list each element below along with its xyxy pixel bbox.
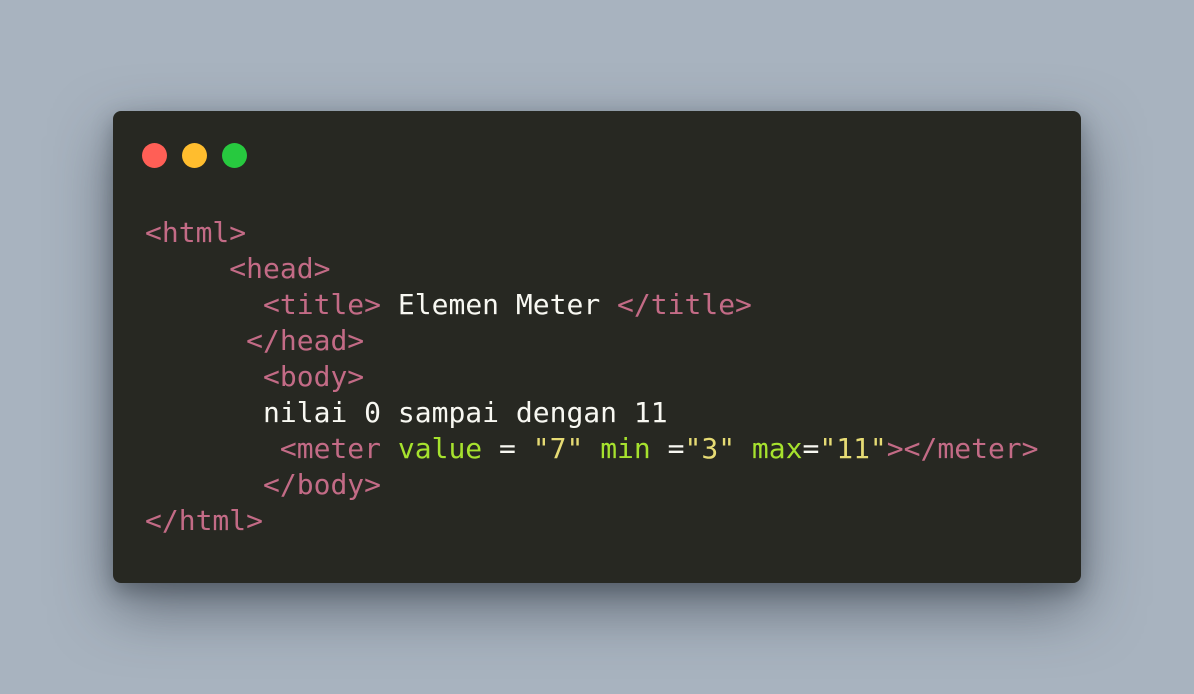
minimize-window-dot[interactable] [182, 143, 207, 168]
head-close-tag: </head> [246, 324, 365, 357]
meter-close-tag: ></meter> [886, 432, 1039, 465]
value-string: "7" [532, 432, 584, 465]
code-line-8: </body> [145, 467, 1039, 503]
html-close-tag: </html> [145, 504, 264, 537]
html-open-tag: <html> [145, 216, 247, 249]
code-block: <html> <head> <title> Elemen Meter </tit… [145, 215, 1039, 539]
max-attribute: max [751, 432, 803, 465]
title-text: Elemen Meter [381, 288, 618, 321]
code-line-2: <head> [145, 251, 1039, 287]
code-line-4: </head> [145, 323, 1039, 359]
max-equals: = [802, 432, 820, 465]
body-close-tag: </body> [263, 468, 382, 501]
close-window-dot[interactable] [142, 143, 167, 168]
max-string: "11" [819, 432, 887, 465]
code-line-9: </html> [145, 503, 1039, 539]
body-text: nilai 0 sampai dengan 11 [263, 396, 668, 429]
title-close-tag: </title> [617, 288, 752, 321]
min-attribute: min [600, 432, 651, 465]
title-open-tag: <title> [263, 288, 382, 321]
code-line-7: <meter value = "7" min ="3" max="11"></m… [145, 431, 1039, 467]
code-window: <html> <head> <title> Elemen Meter </tit… [113, 111, 1081, 583]
code-line-3: <title> Elemen Meter </title> [145, 287, 1039, 323]
meter-open-tag: <meter [279, 432, 382, 465]
code-line-5: <body> [145, 359, 1039, 395]
head-open-tag: <head> [229, 252, 331, 285]
min-equals: = [650, 432, 685, 465]
value-equals: = [482, 432, 533, 465]
code-line-1: <html> [145, 215, 1039, 251]
body-open-tag: <body> [263, 360, 365, 393]
maximize-window-dot[interactable] [222, 143, 247, 168]
value-attribute: value [397, 432, 483, 465]
min-string: "3" [684, 432, 736, 465]
code-line-6: nilai 0 sampai dengan 11 [145, 395, 1039, 431]
